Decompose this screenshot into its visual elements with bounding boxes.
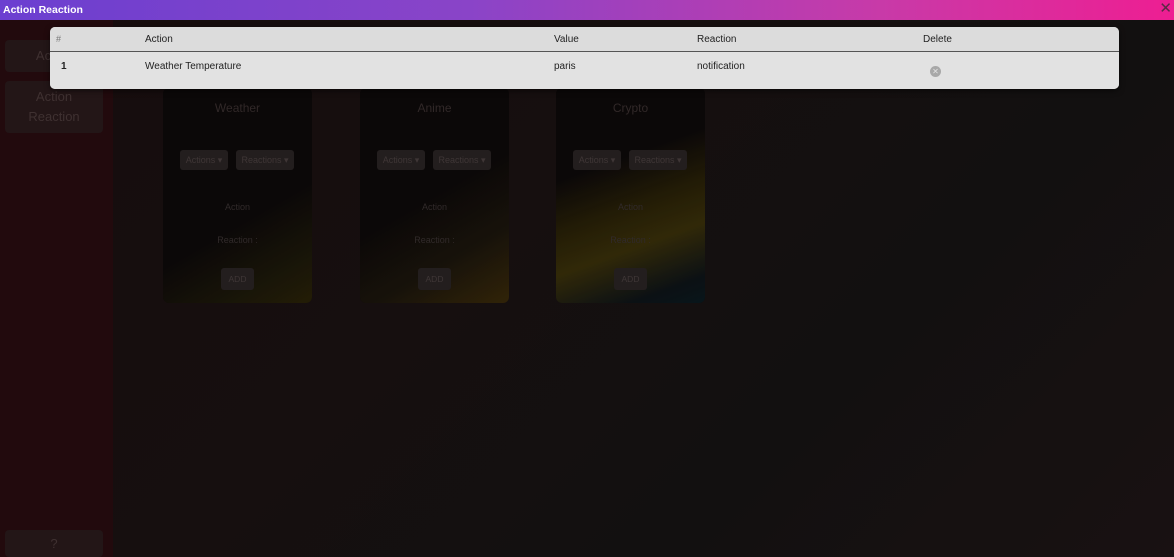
table-row: 1 Weather Temperature paris notification… <box>50 52 1119 89</box>
table-header: # Action Value Reaction Delete <box>50 27 1119 52</box>
row-value: paris <box>554 61 576 72</box>
action-reaction-table: # Action Value Reaction Delete 1 Weather… <box>50 27 1119 89</box>
title-bar: Action Reaction ✕ <box>0 0 1174 20</box>
col-header-delete: Delete <box>923 34 952 45</box>
modal-backdrop[interactable] <box>0 20 1174 557</box>
col-header-reaction: Reaction <box>697 34 737 45</box>
window-title: Action Reaction <box>3 4 83 16</box>
col-header-action: Action <box>145 34 173 45</box>
col-header-value: Value <box>554 34 579 45</box>
row-action: Weather Temperature <box>145 61 242 72</box>
row-reaction: notification <box>697 61 745 72</box>
col-header-num: # <box>56 34 62 44</box>
delete-circle-icon[interactable]: ✕ <box>930 66 941 77</box>
close-icon[interactable]: ✕ <box>1159 1 1172 17</box>
row-number: 1 <box>61 61 67 72</box>
